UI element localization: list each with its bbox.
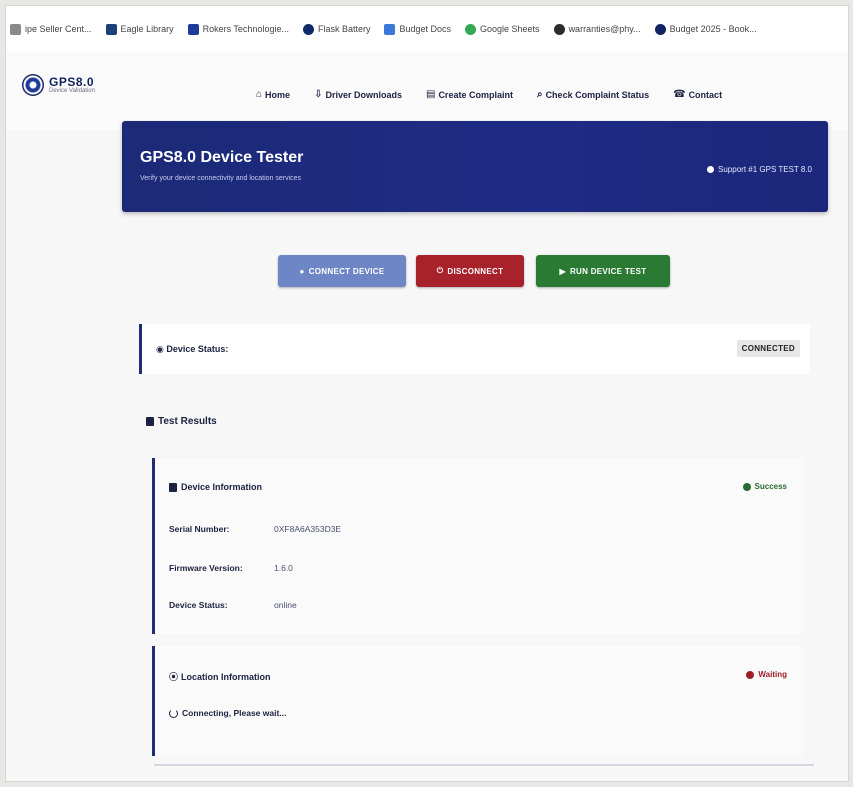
play-icon: ▶: [559, 266, 566, 276]
divider: [154, 764, 814, 766]
power-icon: ⏻: [436, 266, 444, 275]
hero-banner: GPS8.0 Device Tester Verify your device …: [122, 121, 828, 212]
download-icon: ⇩: [314, 89, 323, 100]
page-title: GPS8.0 Device Tester: [140, 149, 304, 166]
bookmark-item[interactable]: warranties@phy...: [553, 23, 641, 35]
waiting-status: Waiting: [746, 670, 787, 679]
bookmark-item[interactable]: Budget 2025 - Book...: [654, 23, 757, 35]
bookmark-item[interactable]: Budget Docs: [384, 23, 452, 35]
chip-icon: [169, 482, 177, 492]
device-status-row: Device Status: online: [169, 600, 297, 610]
bookmark-item[interactable]: Eagle Library: [105, 23, 174, 35]
nav-contact[interactable]: ☎ Contact: [673, 89, 722, 100]
bookmark-label: Eagle Library: [120, 24, 174, 34]
kv-label: Device Status:: [169, 600, 228, 610]
bookmark-label: Budget 2025 - Book...: [669, 24, 757, 34]
logo-icon: [22, 74, 44, 96]
google-icon: [465, 23, 477, 35]
nav-label: Contact: [688, 89, 723, 100]
device-status-card: ◉ Device Status: CONNECTED: [139, 324, 810, 374]
nav-label: Create Complaint: [438, 89, 513, 100]
bookmark-icon: [10, 23, 21, 35]
card-title: Device Information: [169, 482, 262, 492]
button-label: DISCONNECT: [447, 266, 504, 276]
connect-device-button[interactable]: ● CONNECT DEVICE: [278, 255, 406, 287]
globe-icon: [553, 23, 565, 35]
check-icon: [742, 482, 751, 491]
success-status: Success: [742, 482, 787, 491]
bookmark-label: Rokers Technologie...: [202, 24, 289, 34]
bookmark-item[interactable]: Flask Battery: [302, 23, 371, 35]
nav-home[interactable]: ⌂ Home: [256, 89, 290, 100]
bookmark-item[interactable]: Rokers Technologie...: [187, 23, 289, 35]
serial-number-row: Serial Number: 0XF8A6A353D3E: [169, 524, 341, 534]
docs-icon: [384, 23, 396, 35]
clock-icon: [746, 670, 755, 679]
bookmark-label: ipe Seller Cent...: [25, 24, 92, 34]
test-results-heading: Test Results: [146, 416, 217, 427]
bookmark-label: warranties@phy...: [568, 24, 641, 34]
nav-label: Driver Downloads: [325, 89, 402, 100]
nav-create-complaint[interactable]: ▤ Create Complaint: [426, 89, 513, 100]
logo-subtitle: Device Validation: [49, 88, 95, 94]
connecting-message: Connecting, Please wait...: [169, 708, 286, 718]
main-nav: ⌂ Home ⇩ Driver Downloads ▤ Create Complain…: [256, 89, 746, 100]
browser-window: ipe Seller Cent... Eagle Library Rokers …: [6, 6, 848, 781]
status-badge: CONNECTED: [736, 340, 800, 357]
plug-icon: ●: [299, 266, 305, 276]
nav-label: Check Complaint Status: [545, 89, 650, 100]
site-logo[interactable]: GPS8.0 Device Validation: [22, 74, 95, 96]
search-icon: ⌕: [536, 89, 543, 100]
firmware-version-row: Firmware Version: 1.6.0: [169, 563, 293, 573]
spinner-icon: [169, 708, 178, 718]
device-status-label: ◉ Device Status:: [156, 344, 229, 354]
globe-icon: [302, 23, 314, 35]
bookmarks-bar: ipe Seller Cent... Eagle Library Rokers …: [6, 6, 848, 53]
kv-value: 1.6.0: [274, 563, 293, 573]
run-device-test-button[interactable]: ▶ RUN DEVICE TEST: [536, 255, 670, 287]
nav-driver-downloads[interactable]: ⇩ Driver Downloads: [314, 89, 402, 100]
bookmark-label: Budget Docs: [399, 24, 452, 34]
kv-value: 0XF8A6A353D3E: [274, 524, 342, 534]
home-icon: ⌂: [256, 89, 263, 100]
button-label: CONNECT DEVICE: [308, 266, 385, 276]
location-information-card: ⦿ Location Information Waiting Connecting…: [152, 646, 803, 756]
device-information-card: Device Information Success Serial Number…: [152, 458, 803, 634]
globe-icon: [654, 23, 666, 35]
clipboard-icon: [146, 417, 154, 426]
nav-label: Home: [265, 89, 291, 100]
page-subtitle: Verify your device connectivity and loca…: [140, 175, 302, 182]
logo-title: GPS8.0: [49, 75, 95, 89]
signal-icon: ◉: [156, 344, 167, 354]
location-pin-icon: ⦿: [169, 672, 179, 682]
card-title: ⦿ Location Information: [169, 671, 271, 683]
bookmark-label: Google Sheets: [480, 24, 540, 34]
info-icon: [707, 166, 715, 173]
disconnect-button[interactable]: ⏻ DISCONNECT: [416, 255, 524, 287]
button-label: RUN DEVICE TEST: [569, 266, 647, 276]
kv-label: Serial Number:: [169, 524, 230, 534]
bookmark-label: Flask Battery: [317, 24, 371, 34]
book-icon: [105, 23, 117, 35]
nav-check-complaint-status[interactable]: ⌕ Check Complaint Status: [537, 89, 649, 100]
site-header: GPS8.0 Device Validation ⌂ Home ⇩ Driver D…: [6, 52, 848, 130]
kv-value: online: [274, 600, 297, 610]
bookmark-item[interactable]: ipe Seller Cent...: [10, 23, 92, 35]
support-label: Support #1 GPS TEST 8.0: [718, 165, 812, 174]
brand-icon: [187, 23, 199, 35]
kv-label: Firmware Version:: [169, 563, 243, 573]
bookmark-item[interactable]: Google Sheets: [465, 23, 540, 35]
file-icon: ▤: [425, 89, 436, 100]
support-link[interactable]: Support #1 GPS TEST 8.0: [707, 165, 812, 174]
phone-icon: ☎: [673, 89, 686, 100]
